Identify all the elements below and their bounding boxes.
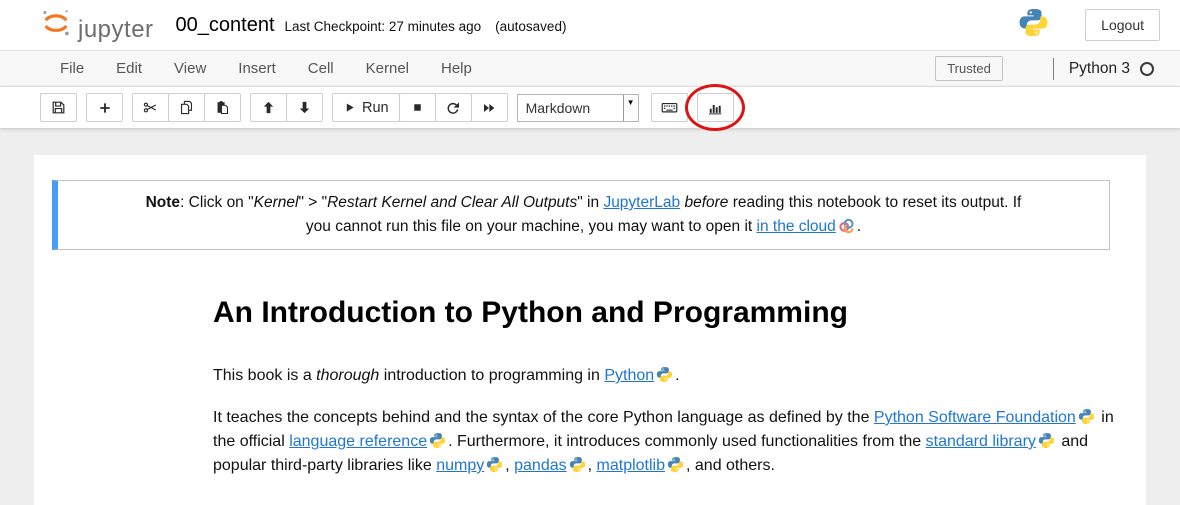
- notebook-container: Note: Click on "Kernel" > "Restart Kerne…: [34, 155, 1146, 505]
- text-segment: . Furthermore, it introduces commonly us…: [448, 433, 926, 450]
- python-logo-icon: [656, 366, 673, 383]
- copy-cell-button[interactable]: [168, 93, 205, 122]
- python-logo-icon: [429, 432, 446, 449]
- toolbar: Run Markdown ▼: [0, 87, 1180, 128]
- page-title: An Introduction to Python and Programmin…: [213, 296, 1120, 330]
- menu-kernel[interactable]: Kernel: [350, 52, 425, 85]
- content-link[interactable]: matplotlib: [597, 457, 665, 474]
- text-segment: introduction to programming in: [379, 367, 604, 384]
- menu-help[interactable]: Help: [425, 52, 488, 85]
- scissors-icon: [142, 99, 159, 116]
- content-link[interactable]: JupyterLab: [603, 194, 680, 211]
- restart-run-all-button[interactable]: [471, 93, 508, 122]
- text-segment: " in: [577, 194, 603, 211]
- command-palette-button[interactable]: [651, 93, 688, 122]
- content-link[interactable]: pandas: [514, 457, 567, 474]
- content-link[interactable]: Python: [604, 367, 654, 384]
- chart-output-button[interactable]: [697, 93, 734, 122]
- binder-icon: [838, 217, 855, 234]
- plus-icon: [97, 100, 113, 116]
- content-link[interactable]: Python Software Foundation: [874, 409, 1076, 426]
- text-segment: It teaches the concepts behind and the s…: [213, 409, 874, 426]
- cell-type-selected: Markdown: [518, 95, 623, 121]
- restart-icon: [445, 100, 461, 116]
- menu-bar: File Edit View Insert Cell Kernel Help T…: [0, 50, 1180, 87]
- kernel-name: Python 3: [1069, 60, 1130, 78]
- paste-icon: [214, 99, 231, 116]
- text-segment: ,: [505, 457, 514, 474]
- autosave-status: (autosaved): [495, 19, 566, 34]
- text-segment: " > ": [298, 194, 327, 211]
- move-cell-down-button[interactable]: [286, 93, 323, 122]
- text-segment: Note: [146, 194, 180, 211]
- text-segment: .: [675, 367, 679, 384]
- copy-icon: [178, 99, 195, 116]
- description-paragraph: It teaches the concepts behind and the s…: [213, 406, 1120, 478]
- jupyter-logo-text: jupyter: [78, 18, 154, 44]
- kernel-idle-indicator-icon: [1140, 62, 1154, 76]
- text-segment: .: [857, 218, 861, 235]
- cut-cell-button[interactable]: [132, 93, 169, 122]
- run-label: Run: [362, 100, 389, 116]
- text-segment: : Click on ": [180, 194, 254, 211]
- content-link[interactable]: standard library: [926, 433, 1036, 450]
- jupyter-logo-icon: [40, 7, 72, 44]
- menu-file[interactable]: File: [44, 52, 100, 85]
- save-icon: [50, 99, 67, 116]
- text-segment: Kernel: [254, 194, 299, 211]
- save-button[interactable]: [40, 93, 77, 122]
- text-segment: ,: [588, 457, 597, 474]
- bar-chart-icon: [706, 99, 724, 117]
- logout-button[interactable]: Logout: [1085, 9, 1160, 41]
- arrow-up-icon: [261, 100, 276, 115]
- text-segment: , and others.: [686, 457, 775, 474]
- notebook-header: jupyter 00_content Last Checkpoint: 27 m…: [0, 0, 1180, 50]
- content-link[interactable]: numpy: [436, 457, 484, 474]
- text-segment: Restart Kernel and Clear All Outputs: [327, 194, 577, 211]
- keyboard-icon: [660, 98, 679, 117]
- fast-forward-icon: [481, 100, 497, 116]
- restart-kernel-button[interactable]: [435, 93, 472, 122]
- python-logo-icon: [667, 456, 684, 473]
- python-logo-icon: [569, 456, 586, 473]
- text-segment: This book is a: [213, 367, 316, 384]
- insert-cell-button[interactable]: [86, 93, 123, 122]
- cell-type-dropdown[interactable]: Markdown ▼: [517, 94, 639, 122]
- notebook-title[interactable]: 00_content: [176, 14, 275, 37]
- menu-edit[interactable]: Edit: [100, 52, 158, 85]
- move-cell-up-button[interactable]: [250, 93, 287, 122]
- intro-paragraph: This book is a thorough introduction to …: [213, 364, 1120, 388]
- python-logo-icon: [486, 456, 503, 473]
- content-link[interactable]: in the cloud: [757, 218, 836, 235]
- arrow-down-icon: [297, 100, 312, 115]
- dropdown-arrow-icon: ▼: [623, 95, 638, 121]
- menu-view[interactable]: View: [158, 52, 222, 85]
- text-segment: before: [684, 194, 728, 211]
- python-logo-icon: [1018, 7, 1049, 43]
- kernel-separator: [1053, 58, 1054, 80]
- python-logo-icon: [1078, 408, 1095, 425]
- python-logo-icon: [1038, 432, 1055, 449]
- interrupt-kernel-button[interactable]: [399, 93, 436, 122]
- paste-cell-button[interactable]: [204, 93, 241, 122]
- play-icon: [343, 101, 356, 114]
- jupyter-logo[interactable]: jupyter: [40, 7, 154, 44]
- menu-cell[interactable]: Cell: [292, 52, 350, 85]
- stop-icon: [410, 100, 425, 115]
- content-link[interactable]: language reference: [289, 433, 427, 450]
- note-callout: Note: Click on "Kernel" > "Restart Kerne…: [52, 180, 1110, 250]
- text-segment: thorough: [316, 367, 379, 384]
- menu-insert[interactable]: Insert: [222, 52, 292, 85]
- checkpoint-status: Last Checkpoint: 27 minutes ago: [285, 19, 482, 34]
- trusted-badge: Trusted: [935, 56, 1003, 81]
- run-cell-button[interactable]: Run: [332, 93, 400, 122]
